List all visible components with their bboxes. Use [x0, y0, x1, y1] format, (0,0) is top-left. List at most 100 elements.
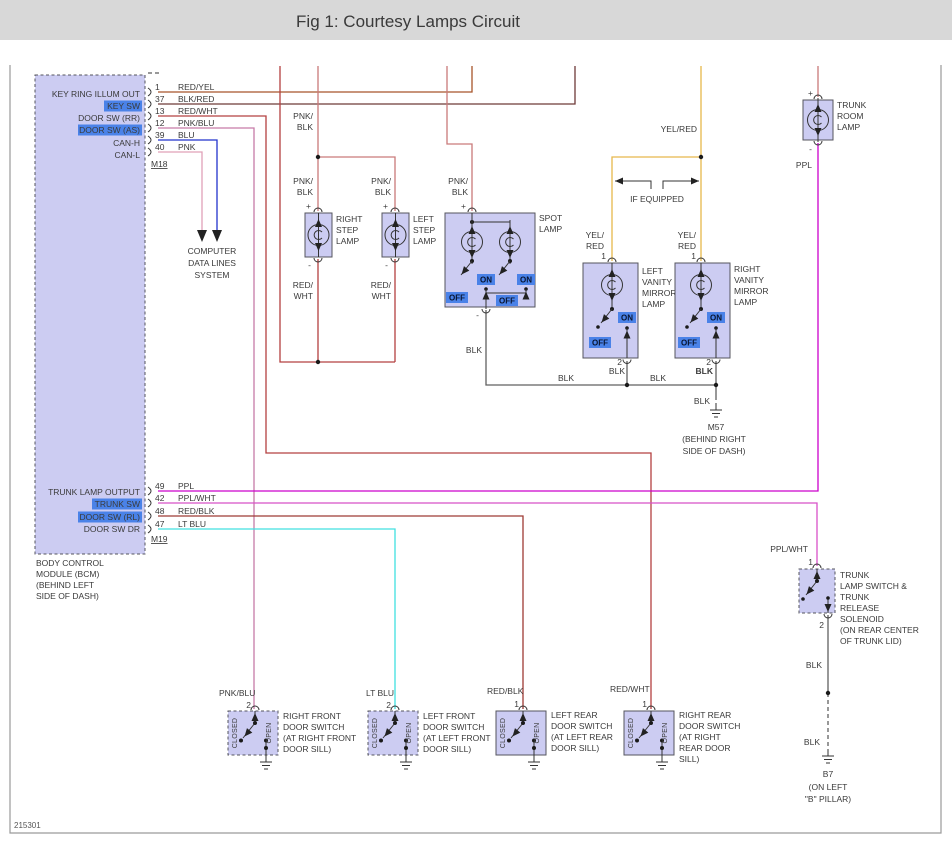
pin-number: 40 [155, 142, 165, 152]
closed-label: CLOSED [500, 718, 507, 749]
bcm-caption: (BEHIND LEFT [36, 580, 94, 590]
component-label: (AT RIGHT FRONT [283, 733, 356, 743]
label-red-wht: WHT [372, 291, 391, 301]
off-label: OFF [592, 339, 608, 348]
pin-number: 2 [819, 620, 824, 630]
label-ppl-wht: PPL/WHT [770, 544, 808, 554]
component-label: REAR DOOR [679, 743, 730, 753]
label-yel-red: YEL/ [678, 230, 697, 240]
pin-number: 48 [155, 506, 165, 516]
left-vanity-mirror-lamp: 1 ON OFF 2 BLK LEFT VANITY MIRROR LAMP [583, 251, 676, 376]
wire-red-wht [158, 66, 651, 709]
wire-blk-red [158, 66, 575, 104]
bcm-signal: CAN-H [113, 138, 140, 148]
bcm-signal-highlighted: KEY SW [107, 101, 140, 111]
trunk-room-lamp: + - TRUNK ROOM LAMP [803, 88, 867, 154]
plus-sign: + [461, 201, 466, 211]
component-label: LAMP [734, 297, 757, 307]
label-pnk-blk: BLK [297, 187, 313, 197]
component-label: DOOR SILL) [283, 744, 331, 754]
component-label: DOOR SWITCH [283, 722, 344, 732]
left-step-lamp: + - LEFT STEP LAMP [382, 201, 436, 270]
component-label: (ON REAR CENTER [840, 625, 919, 635]
on-label: ON [520, 276, 532, 285]
right-front-door-switch: 2 CLOSED OPEN RIGHT FRONT DOOR SWITCH (A… [228, 700, 356, 769]
spot-lamp: + ON ON OFF OFF - SPOT LAMP [445, 201, 562, 320]
label-blk: BLK [558, 373, 574, 383]
component-label: VANITY [734, 275, 764, 285]
wire-code: BLU [178, 130, 195, 140]
label-yel-red: RED [678, 241, 696, 251]
component-label: RELEASE [840, 603, 880, 613]
component-label: DOOR SWITCH [551, 721, 612, 731]
right-vanity-mirror-lamp: 1 ON OFF 2 BLK RIGHT VANITY MIRROR LAMP [675, 251, 768, 376]
bcm-signal: CAN-L [114, 150, 140, 160]
label-blk: BLK [466, 345, 482, 355]
component-label: LAMP SWITCH & [840, 581, 907, 591]
component-label: MIRROR [734, 286, 768, 296]
label-pnk-blk: PNK/ [448, 176, 468, 186]
component-label: LAMP [837, 122, 860, 132]
bcm-caption: MODULE (BCM) [36, 569, 99, 579]
wire-code: RED/YEL [178, 82, 215, 92]
page-title: Fig 1: Courtesy Lamps Circuit [296, 12, 520, 31]
label-red-blk: RED/BLK [487, 686, 524, 696]
label-blk: BLK [804, 737, 820, 747]
pin-number: 37 [155, 94, 165, 104]
component-label: LAMP [642, 299, 665, 309]
closed-label: CLOSED [628, 718, 635, 749]
diagram-frame [10, 65, 941, 833]
label-pnk-blk: BLK [297, 122, 313, 132]
label-pnk-blk: PNK/ [293, 176, 313, 186]
note-line: SYSTEM [195, 270, 230, 280]
bcm-signal: DOOR SW DR [84, 524, 140, 534]
pin-number: 39 [155, 130, 165, 140]
wire-code: LT BLU [178, 519, 206, 529]
wire-code: PPL [178, 481, 194, 491]
bcm-signal: TRUNK LAMP OUTPUT [48, 487, 140, 497]
drawing-number: 215301 [14, 821, 41, 830]
component-label: STEP [336, 225, 359, 235]
pin-number: 1 [155, 82, 160, 92]
plus-sign: + [306, 201, 311, 211]
bcm-signal: KEY RING ILLUM OUT [52, 89, 140, 99]
wire-code: PPL/WHT [178, 493, 216, 503]
pin-number: 1 [601, 251, 606, 261]
label-pnk-blk: PNK/ [293, 111, 313, 121]
wire-blu [158, 140, 217, 230]
ground-location: "B" PILLAR) [805, 794, 851, 804]
label-red-wht: RED/ [293, 280, 314, 290]
component-label: ROOM [837, 111, 863, 121]
component-label: (AT RIGHT [679, 732, 721, 742]
component-label: DOOR SILL) [551, 743, 599, 753]
component-label: SPOT [539, 213, 562, 223]
label-blk: BLK [609, 366, 625, 376]
ground-location: (BEHIND RIGHT [682, 434, 746, 444]
component-label: SILL) [679, 754, 699, 764]
wire-lt-blu [158, 529, 395, 709]
component-label: RIGHT [336, 214, 362, 224]
right-rear-door-switch: 1 CLOSED OPEN RIGHT REAR DOOR SWITCH (AT… [624, 699, 740, 769]
label-yel-red: YEL/RED [661, 124, 697, 134]
label-blk: BLK [696, 366, 714, 376]
open-label: OPEN [662, 722, 669, 743]
component-label: LEFT REAR [551, 710, 598, 720]
component-label: RIGHT [734, 264, 760, 274]
label-red-wht: RED/WHT [610, 684, 650, 694]
off-label: OFF [449, 294, 465, 303]
open-label: OPEN [266, 722, 273, 743]
wire-pnk-blk [318, 66, 818, 211]
on-label: ON [621, 314, 633, 323]
component-label: OF TRUNK LID) [840, 636, 902, 646]
ground-m57: M57 (BEHIND RIGHT SIDE OF DASH) [682, 406, 746, 456]
wiring-diagram-page: Fig 1: Courtesy Lamps Circuit 215301 [0, 0, 952, 852]
pin-number: 1 [808, 557, 813, 567]
component-label: LEFT FRONT [423, 711, 475, 721]
bcm-caption: SIDE OF DASH) [36, 591, 99, 601]
plus-sign: + [808, 88, 813, 98]
open-label: OPEN [406, 722, 413, 743]
label-red-wht: RED/ [371, 280, 392, 290]
wire-code: RED/WHT [178, 106, 218, 116]
bcm-caption: BODY CONTROL [36, 558, 104, 568]
bcm-signal: DOOR SW (RR) [78, 113, 140, 123]
